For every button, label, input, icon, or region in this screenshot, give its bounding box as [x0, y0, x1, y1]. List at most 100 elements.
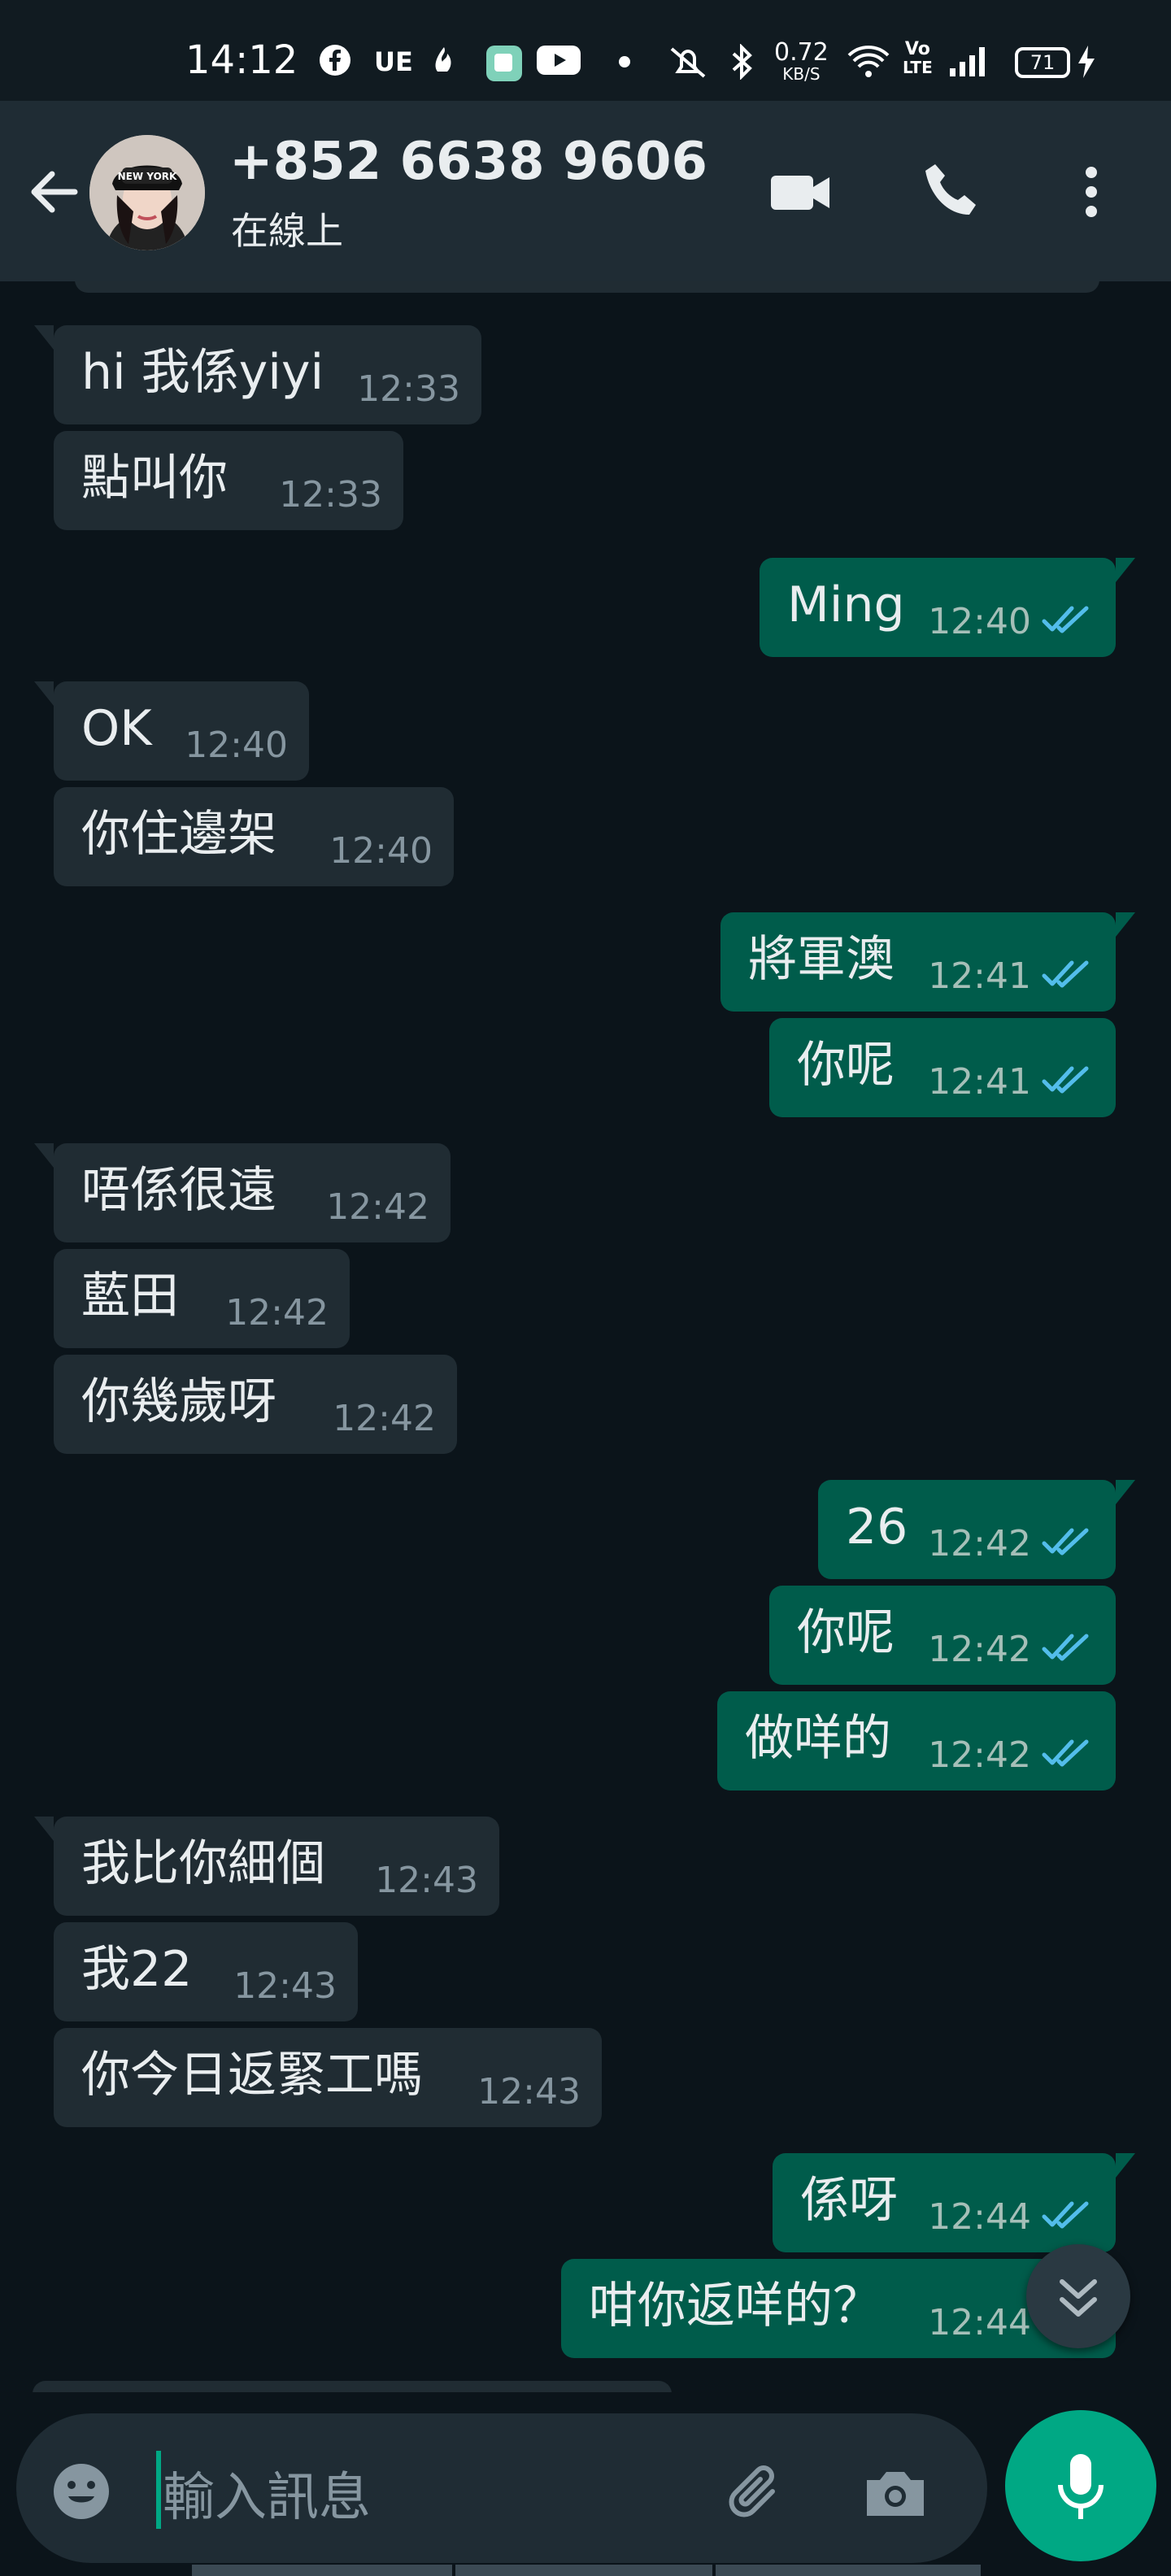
read-receipt-icon: [1042, 960, 1089, 988]
incoming-message[interactable]: 點叫你 12:33: [54, 431, 403, 530]
message-text: 你住邊架: [81, 806, 276, 863]
avatar-cap-text: NEW YORK: [118, 171, 177, 182]
video-camera-icon: [771, 176, 829, 210]
message-text: 做咩的: [745, 1710, 891, 1767]
microphone-icon: [1058, 2454, 1104, 2519]
incoming-message[interactable]: 你今日返緊工嗎 12:43: [54, 2028, 602, 2127]
voice-call-button[interactable]: [912, 151, 994, 233]
arrow-left-icon: [31, 171, 78, 213]
message-text: 你呢: [797, 1037, 895, 1094]
message-text: 咁你返咩的？: [589, 2278, 882, 2334]
outgoing-message[interactable]: 26 12:42: [818, 1480, 1135, 1579]
more-vertical-icon: [1086, 167, 1097, 217]
message-time: 12:43: [477, 2071, 581, 2113]
outgoing-message[interactable]: Ming 12:40: [760, 558, 1135, 657]
message-text: hi 我係yiyi: [81, 344, 324, 401]
emoji-icon: [54, 2464, 109, 2519]
message-text: 唔係很遠: [81, 1162, 276, 1219]
partial-message: [33, 2381, 672, 2392]
bubble-tail: [34, 1817, 54, 1841]
attach-button[interactable]: [724, 2459, 792, 2527]
incoming-message[interactable]: 我22 12:43: [54, 1922, 358, 2021]
voice-record-button[interactable]: [1005, 2410, 1156, 2561]
incoming-message[interactable]: 唔係很遠 12:42: [34, 1143, 451, 1242]
message-time: 12:33: [279, 474, 382, 516]
video-call-button[interactable]: [760, 151, 841, 233]
message-time: 12:42: [225, 1292, 329, 1334]
incoming-message[interactable]: OK 12:40: [34, 681, 309, 781]
net-speed-unit: KB/S: [782, 64, 821, 84]
incoming-message[interactable]: 我比你細個 12:43: [34, 1817, 499, 1916]
scroll-to-bottom-button[interactable]: [1026, 2244, 1130, 2348]
incoming-message[interactable]: hi 我係yiyi 12:33: [34, 325, 481, 424]
message-text: 藍田: [81, 1268, 179, 1325]
incoming-message[interactable]: 你幾歲呀 12:42: [54, 1355, 457, 1454]
outgoing-message[interactable]: 做咩的 12:42: [717, 1691, 1116, 1791]
message-text: OK: [81, 700, 152, 757]
volte-top: Vo: [904, 39, 930, 59]
chat-area[interactable]: hi 我係yiyi 12:33 點叫你 12:33 Ming 12:40 OK 12:40 你住…: [0, 281, 1171, 2392]
youtube-icon: [537, 44, 581, 85]
message-text: 你今日返緊工嗎: [81, 2047, 423, 2104]
status-bar: 14:12 UE 0.72 KB/S Vo LTE 71: [0, 0, 1171, 101]
message-time: 12:43: [375, 1860, 478, 1901]
message-time: 12:33: [357, 368, 460, 410]
camera-button[interactable]: [859, 2459, 932, 2527]
read-receipt-icon: [1042, 606, 1089, 633]
contact-name[interactable]: +852 6638 9606: [229, 132, 707, 192]
mute-icon: [665, 44, 711, 89]
net-speed-value: 0.72: [774, 38, 829, 67]
flame-icon: [426, 44, 462, 89]
battery-indicator: 71: [1015, 47, 1070, 78]
incoming-message[interactable]: 你住邊架 12:40: [54, 787, 454, 886]
message-text: 你幾歲呀: [81, 1373, 276, 1430]
message-time: 12:42: [333, 1398, 436, 1439]
message-time: 12:40: [185, 724, 288, 766]
message-time: 12:42: [928, 1523, 1031, 1564]
message-input-bar[interactable]: 輸入訊息: [16, 2413, 987, 2563]
read-receipt-icon: [1042, 1739, 1089, 1767]
message-time: 12:41: [928, 955, 1031, 997]
bubble-tail: [1116, 912, 1135, 937]
bubble-tail: [1116, 2153, 1135, 2178]
message-time: 12:42: [928, 1734, 1031, 1776]
text-cursor: [156, 2451, 161, 2529]
double-chevron-down-icon: [1060, 2279, 1097, 2317]
read-receipt-icon: [1042, 2201, 1089, 2229]
outgoing-message[interactable]: 係呀 12:44: [773, 2153, 1135, 2252]
composer: 輸入訊息: [0, 2392, 1171, 2576]
incoming-message[interactable]: 藍田 12:42: [54, 1249, 350, 1348]
bubble-tail: [34, 681, 54, 706]
wifi-icon: [846, 44, 891, 89]
nav-indicator: [192, 2565, 452, 2576]
avatar[interactable]: NEW YORK: [89, 135, 205, 250]
camera-icon: [867, 2472, 924, 2516]
volte-bottom: LTE: [903, 58, 933, 77]
outgoing-message[interactable]: 你呢 12:42: [769, 1586, 1116, 1685]
message-text: 點叫你: [81, 450, 228, 507]
partial-message: [75, 281, 1099, 293]
message-time: 12:42: [928, 1629, 1031, 1670]
message-input[interactable]: 輸入訊息: [163, 2456, 371, 2530]
paperclip-icon: [729, 2465, 775, 2517]
signal-icon: [947, 44, 992, 89]
emoji-button[interactable]: [49, 2459, 114, 2524]
menu-button[interactable]: [1059, 151, 1124, 233]
message-text: 26: [846, 1499, 908, 1556]
outgoing-message[interactable]: 將軍澳 12:41: [720, 912, 1135, 1012]
message-time: 12:40: [329, 830, 433, 872]
message-time: 12:44: [928, 2302, 1031, 2343]
back-button[interactable]: [21, 159, 86, 224]
outgoing-message[interactable]: 你呢 12:41: [769, 1018, 1116, 1117]
facebook-icon: [319, 44, 351, 85]
app-icon: [485, 44, 524, 92]
read-receipt-icon: [1042, 1528, 1089, 1556]
nav-indicator: [716, 2565, 981, 2576]
ue-icon: UE: [374, 46, 413, 77]
chat-header: NEW YORK +852 6638 9606 在線上: [0, 101, 1171, 281]
message-text: 我比你細個: [81, 1835, 325, 1892]
message-time: 12:41: [928, 1061, 1031, 1103]
message-time: 12:43: [233, 1965, 337, 2007]
read-receipt-icon: [1042, 1066, 1089, 1094]
bluetooth-icon: [729, 43, 755, 89]
